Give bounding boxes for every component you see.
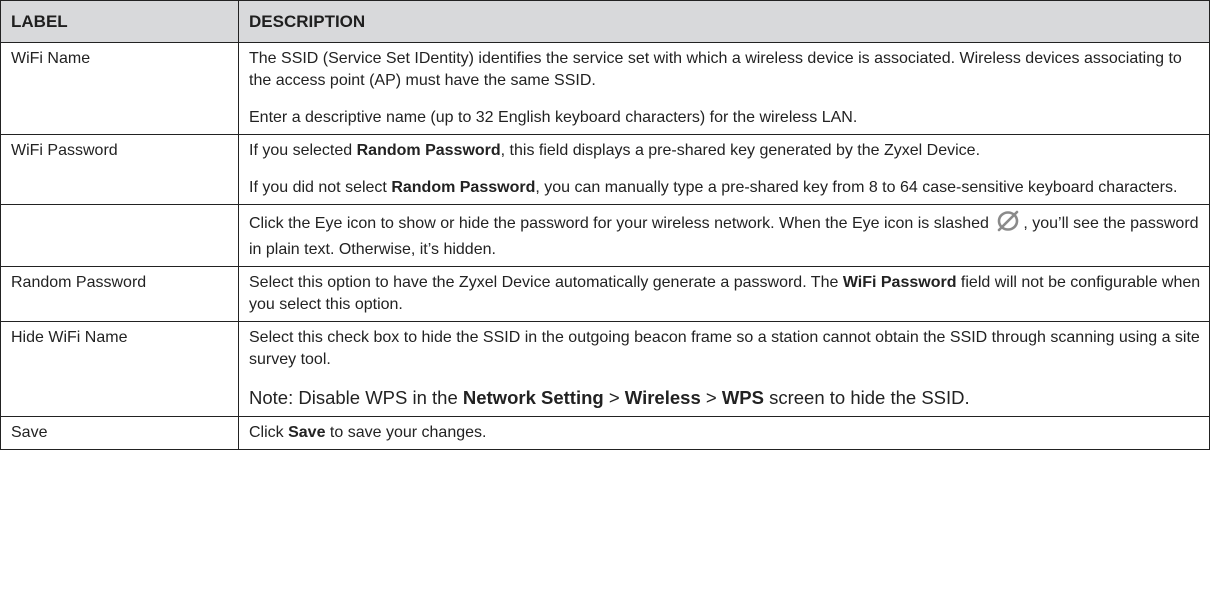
text-span: > [603, 387, 625, 408]
table-row: WiFi Name The SSID (Service Set IDentity… [0, 42, 1210, 135]
row-description: Click the Eye icon to show or hide the p… [238, 204, 1210, 267]
note-paragraph: Note: Disable WPS in the Network Setting… [249, 385, 1201, 411]
row-description: If you selected Random Password, this fi… [238, 134, 1210, 205]
row-description: Select this option to have the Zyxel Dev… [238, 266, 1210, 322]
row-label: WiFi Name [0, 42, 239, 135]
text-span: , this field displays a pre-shared key g… [500, 142, 981, 159]
text-span: screen to hide the SSID. [763, 387, 970, 408]
row-description: Click Save to save your changes. [238, 416, 1210, 450]
text-span: If you selected [249, 142, 357, 159]
table-row: Save Click Save to save your changes. [0, 416, 1210, 450]
description-paragraph: If you selected Random Password, this fi… [249, 140, 1201, 162]
text-span: If you did not select [249, 179, 392, 196]
text-span: Select this option to have the Zyxel Dev… [249, 274, 843, 291]
row-label: WiFi Password [0, 134, 239, 205]
text-span: , you can manually type a pre-shared key… [535, 179, 1178, 196]
text-span: to save your changes. [325, 424, 487, 441]
table-row: WiFi Password If you selected Random Pas… [0, 134, 1210, 205]
text-span: Click [249, 424, 289, 441]
bold-term: WPS [721, 387, 764, 408]
row-description: Select this check box to hide the SSID i… [238, 321, 1210, 417]
column-header-label: LABEL [0, 0, 239, 43]
row-label: Random Password [0, 266, 239, 322]
text-span: Note: Disable WPS in the [249, 387, 463, 408]
row-label: Save [0, 416, 239, 450]
column-header-description: DESCRIPTION [238, 0, 1210, 43]
description-paragraph: The SSID (Service Set IDentity) identifi… [249, 50, 1182, 89]
description-paragraph: Select this option to have the Zyxel Dev… [249, 272, 1201, 316]
table-row: Random Password Select this option to ha… [0, 266, 1210, 322]
bold-term: Save [288, 424, 326, 441]
description-paragraph: Select this check box to hide the SSID i… [249, 329, 1200, 368]
row-description: The SSID (Service Set IDentity) identifi… [238, 42, 1210, 135]
description-paragraph: Click the Eye icon to show or hide the p… [249, 210, 1201, 261]
bold-term: Random Password [391, 179, 536, 196]
description-paragraph: Click Save to save your changes. [249, 422, 1201, 444]
eye-slashed-icon [995, 210, 1021, 239]
bold-term: Wireless [624, 387, 701, 408]
text-span: > [700, 387, 722, 408]
table-row: Click the Eye icon to show or hide the p… [0, 204, 1210, 267]
field-description-table: LABEL DESCRIPTION WiFi Name The SSID (Se… [0, 0, 1210, 450]
description-paragraph: If you did not select Random Password, y… [249, 177, 1201, 199]
bold-term: Network Setting [462, 387, 604, 408]
text-span: Click the Eye icon to show or hide the p… [249, 215, 994, 232]
row-label [0, 204, 239, 267]
row-label: Hide WiFi Name [0, 321, 239, 417]
bold-term: WiFi Password [842, 274, 957, 291]
description-paragraph: Enter a descriptive name (up to 32 Engli… [249, 109, 858, 126]
table-row: Hide WiFi Name Select this check box to … [0, 321, 1210, 417]
bold-term: Random Password [356, 142, 501, 159]
table-header-row: LABEL DESCRIPTION [0, 0, 1210, 43]
